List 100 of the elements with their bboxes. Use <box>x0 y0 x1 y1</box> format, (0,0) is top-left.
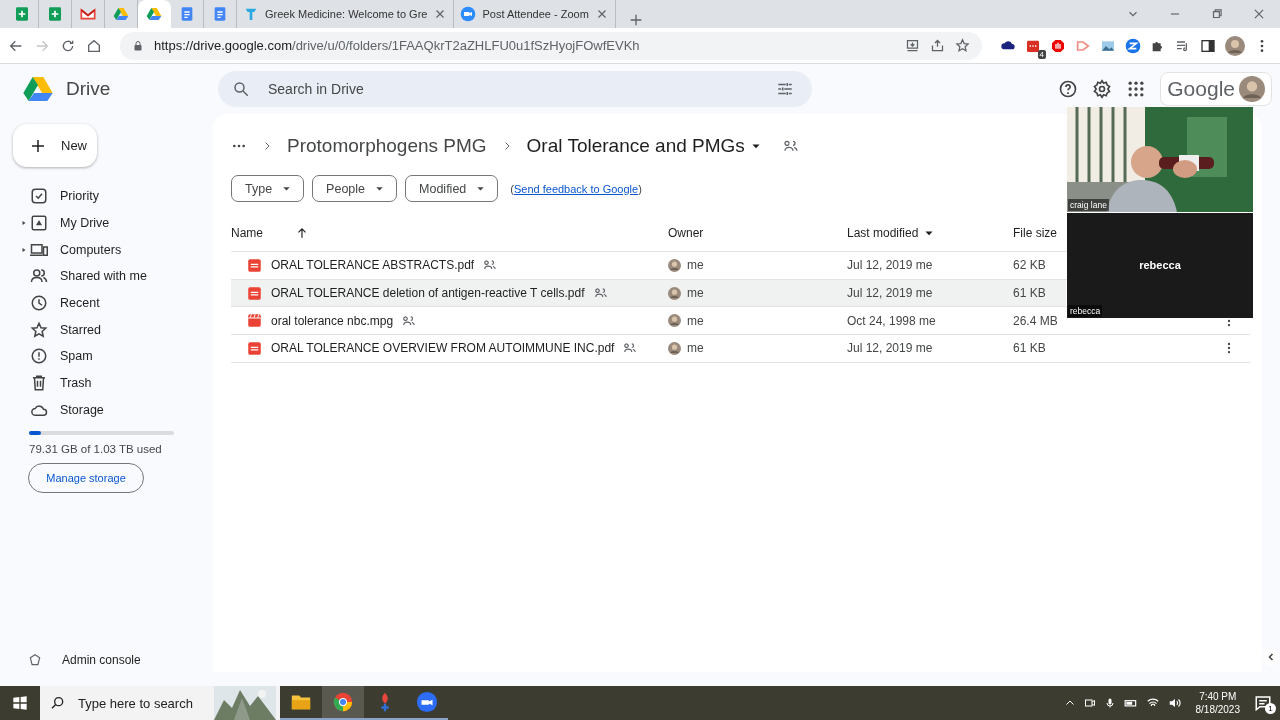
owner-avatar <box>668 286 681 300</box>
file-size: 26.4 MB <box>1013 313 1059 328</box>
owner-avatar <box>668 314 681 328</box>
admin-console-link[interactable]: Admin console <box>0 652 213 668</box>
caret-icon <box>476 184 486 193</box>
account-switcher[interactable]: Google <box>1160 72 1272 106</box>
taskbar-clock[interactable]: 7:40 PM 8/18/2023 <box>1195 690 1240 716</box>
shared-people-icon <box>402 313 417 328</box>
taskbar-search-field[interactable]: Type here to search <box>76 694 210 712</box>
filter-dropdown[interactable]: Type <box>231 175 305 202</box>
current-folder-menu[interactable]: Oral Tolerance and PMGs <box>526 135 761 157</box>
file-size: 62 KB <box>1013 258 1047 273</box>
taskbar-search-bar[interactable]: Type here to search <box>40 686 280 720</box>
file-row[interactable]: ORAL TOLERANCE OVERVIEW FROM AUTOIMMUNE INC.pdf me Jul 12, 2019 me 61 KB <box>231 335 1066 363</box>
file-size: 61 KB <box>1013 341 1047 356</box>
settings-icon <box>1092 79 1113 99</box>
video-file-icon <box>247 313 262 329</box>
column-header[interactable]: Name <box>231 226 263 240</box>
nav-item[interactable]: Starred <box>0 316 213 344</box>
filter-dropdown[interactable]: Modified <box>405 175 499 202</box>
windows-logo-icon <box>12 695 28 711</box>
caret-icon <box>375 184 385 193</box>
search-field[interactable]: Search in Drive <box>266 80 760 98</box>
lock-icon <box>132 39 144 52</box>
nav-item[interactable]: My Drive <box>0 209 213 237</box>
microphone-icon <box>1103 697 1116 709</box>
caret-icon <box>282 184 292 193</box>
warning-icon <box>30 347 48 366</box>
modified-date: Jul 12, 2019 me <box>847 286 934 301</box>
side-panel-icon <box>1200 37 1216 54</box>
owner-avatar <box>668 258 681 272</box>
document-icon <box>179 6 195 22</box>
file-name: oral tolerance nbc.mpg <box>271 313 394 328</box>
new-button[interactable]: New <box>13 124 97 167</box>
participant-label: rebecca <box>1068 305 1103 317</box>
share-icon <box>930 38 945 53</box>
home-icon <box>86 37 102 54</box>
browser-tab[interactable] <box>138 0 171 28</box>
owner-name: me <box>687 313 704 328</box>
camera-icon <box>1125 37 1141 54</box>
help-icon <box>1058 79 1079 99</box>
pdf-file-icon <box>247 285 262 301</box>
profile-avatar <box>1225 35 1245 56</box>
expand-arrow-icon[interactable] <box>21 220 27 227</box>
star-icon <box>30 320 48 339</box>
address-bar[interactable]: https://drive.google.com/drive/u/0/folders/1FAAQkrT2aZHLFU0u1fSzHyojFOwfEVKh <box>120 31 982 60</box>
nav-item[interactable]: Computers <box>0 236 213 264</box>
app-name: Drive <box>66 78 111 100</box>
participant-label: craig lane <box>1068 199 1109 211</box>
drive-icon <box>146 6 162 22</box>
caduceus-icon <box>243 6 259 22</box>
url-text: https://drive.google.com/drive/u/0/folders/1FAAQkrT2aZHLFU0u1fSzHyojFOwfEVKh <box>154 38 641 53</box>
filter-dropdown[interactable]: People <box>312 175 398 202</box>
nav-item[interactable]: Storage <box>0 396 213 424</box>
nav-item[interactable]: Spam <box>0 343 213 370</box>
nav-item[interactable]: Priority <box>0 183 213 210</box>
file-row[interactable]: ORAL TOLERANCE ABSTRACTS.pdf me Jul 12, 2019 me 62 KB <box>231 252 1066 280</box>
account-avatar <box>1239 76 1265 102</box>
column-header[interactable]: Last modified <box>847 226 919 240</box>
checkbox-icon <box>30 187 48 206</box>
search-bar[interactable]: Search in Drive <box>218 71 812 107</box>
modified-date: Jul 12, 2019 me <box>847 341 934 356</box>
file-name: ORAL TOLERANCE OVERVIEW FROM AUTOIMMUNE INC.pdf <box>271 341 615 356</box>
modified-date: Jul 12, 2019 me <box>847 258 934 273</box>
speaker-icon <box>1167 696 1182 710</box>
taskbar-app[interactable] <box>322 686 364 720</box>
pdf-file-icon <box>247 257 262 273</box>
participant-name: rebecca <box>1138 259 1182 271</box>
owner-name: me <box>687 341 704 356</box>
owner-name: me <box>687 286 704 301</box>
column-header[interactable]: Owner <box>668 226 704 240</box>
storage-usage: 79.31 GB of 1.03 TB used <box>29 443 163 456</box>
zoom-app-icon <box>416 691 438 713</box>
search-icon <box>232 80 250 98</box>
nav-item[interactable]: Recent <box>0 289 213 317</box>
chrome-icon <box>332 691 354 713</box>
nav-item[interactable]: Trash <box>0 369 213 397</box>
owner-name: me <box>687 258 704 273</box>
feedback-note: (Send feedback to Google) <box>510 182 642 195</box>
shared-people-icon <box>782 138 799 154</box>
restore-icon <box>1210 7 1224 21</box>
nav-item[interactable]: Shared with me <box>0 263 213 290</box>
file-row[interactable]: oral tolerance nbc.mpg me Oct 24, 1998 me 26.4 MB <box>231 307 1066 336</box>
modified-date: Oct 24, 1998 me <box>847 313 937 328</box>
notification-count: 1 <box>1265 703 1276 714</box>
expand-arrow-icon[interactable] <box>21 246 27 253</box>
install-icon <box>905 38 920 53</box>
star-icon <box>955 38 970 53</box>
camera-icon <box>460 6 477 22</box>
clock-icon <box>30 294 48 313</box>
notifications-icon <box>1254 694 1272 712</box>
file-size: 61 KB <box>1013 286 1047 301</box>
file-row[interactable]: ORAL TOLERANCE deletion of antigen-reactive T cells.pdf me Jul 12, 2019 me 61 KB <box>231 279 1066 308</box>
filter-options-icon <box>776 80 794 98</box>
drive-folder-icon <box>30 214 48 233</box>
pdf-file-icon <box>247 340 262 356</box>
column-header[interactable]: File size <box>1013 226 1057 240</box>
hand-icon <box>1050 37 1066 54</box>
breadcrumb-link[interactable]: Protomorphogens PMG <box>287 135 487 157</box>
camera-icon <box>1083 697 1096 709</box>
